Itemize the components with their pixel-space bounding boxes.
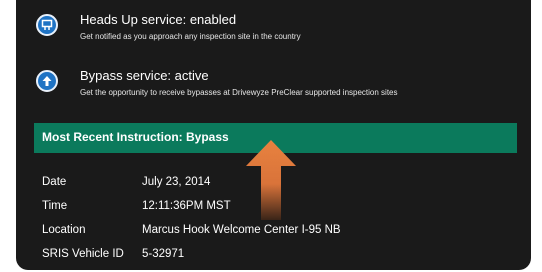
detail-label: Location <box>42 224 86 236</box>
heads-up-icon <box>36 14 58 36</box>
recent-instruction-title: Most Recent Instruction: Bypass <box>42 130 229 144</box>
highlight-arrow-icon <box>246 140 296 227</box>
heads-up-service-description: Get notified as you approach any inspect… <box>80 32 301 41</box>
heads-up-service: Heads Up service: enabled Get notified a… <box>36 12 516 48</box>
status-panel: Heads Up service: enabled Get notified a… <box>16 0 531 270</box>
detail-label: SRIS Vehicle ID <box>42 248 124 260</box>
bypass-service: Bypass service: active Get the opportuni… <box>36 68 516 104</box>
detail-label: Date <box>42 176 67 188</box>
detail-value: 12:11:36PM MST <box>142 200 231 212</box>
detail-value: Marcus Hook Welcome Center I-95 NB <box>142 224 341 236</box>
heads-up-service-title: Heads Up service: enabled <box>80 12 237 27</box>
bypass-service-title: Bypass service: active <box>80 68 209 83</box>
detail-label: Time <box>42 200 68 212</box>
bypass-service-description: Get the opportunity to receive bypasses … <box>80 88 398 97</box>
detail-value: 5-32971 <box>142 248 185 260</box>
bypass-arrow-icon <box>36 70 58 92</box>
detail-value: July 23, 2014 <box>142 176 211 188</box>
detail-row-vehicle-id: SRIS Vehicle ID 5-32971 <box>42 248 482 266</box>
